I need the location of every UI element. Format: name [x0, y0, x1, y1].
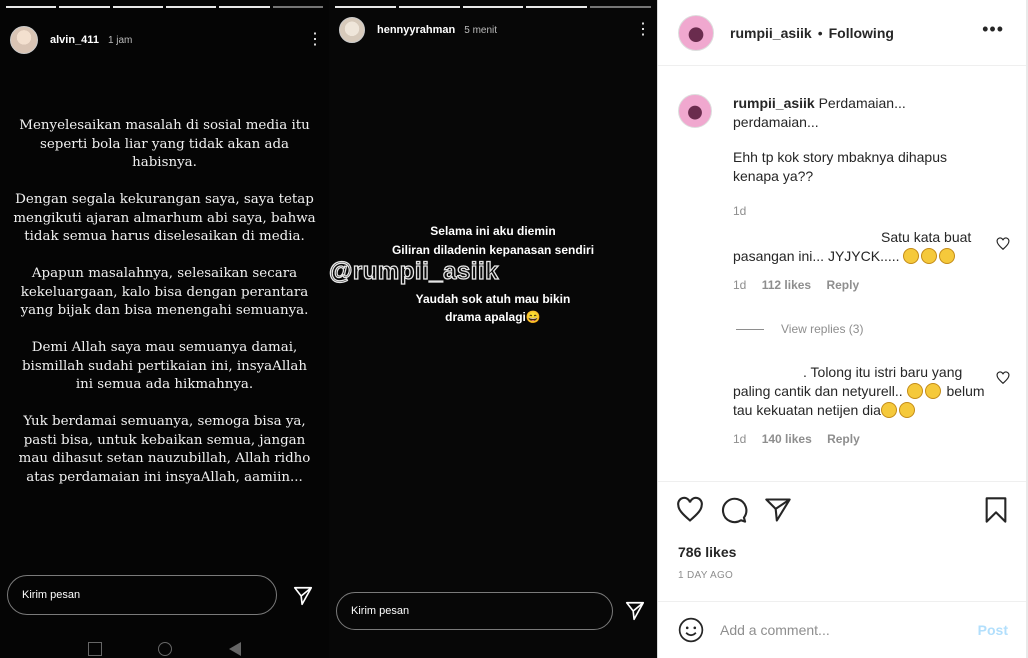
following-button[interactable]: Following [829, 25, 894, 41]
story-username[interactable]: alvin_411 [50, 34, 99, 46]
caption: rumpii_asiik Perdamaian... perdamaian...… [733, 94, 993, 221]
message-placeholder: Kirim pesan [351, 605, 410, 617]
smirk-emoji [921, 248, 938, 264]
comment-age: 1d [733, 432, 747, 446]
comment-age: 1d [733, 278, 747, 292]
comment-likes[interactable]: 140 likes [762, 432, 812, 446]
comment-meta: 1d 112 likes Reply [733, 276, 993, 295]
smirk-emoji [903, 248, 920, 264]
story-time: 1 jam [107, 34, 133, 46]
avatar[interactable] [678, 94, 712, 128]
comment-meta: 1d 140 likes Reply [733, 430, 993, 449]
laughing-emoji [880, 402, 897, 418]
likes-count[interactable]: 786 likes [678, 544, 736, 560]
heart-icon[interactable] [996, 237, 1010, 251]
list-item: . Tolong itu istri baru yang paling cant… [733, 363, 993, 449]
post-username[interactable]: rumpii_asiik [730, 25, 812, 41]
message-input[interactable]: Kirim pesan [336, 592, 613, 630]
view-replies-button[interactable]: View replies (3) [736, 320, 863, 339]
add-comment-bar: Add a comment... Post [658, 601, 1026, 658]
story-text-line: drama apalagi😄 [445, 310, 541, 324]
list-item: Satu kata buat pasangan ini... JYJYCK...… [733, 228, 993, 295]
story-progress-bar [335, 6, 651, 8]
comments-list: rumpii_asiik Perdamaian... perdamaian...… [658, 67, 1026, 480]
comment-text: . Tolong itu istri baru yang paling cant… [733, 364, 985, 418]
post-button[interactable]: Post [978, 622, 1008, 638]
smirk-emoji [939, 248, 956, 264]
post-actions: 786 likes 1 DAY AGO [658, 481, 1026, 601]
laughing-emoji [898, 402, 915, 418]
avatar[interactable] [10, 26, 38, 54]
message-placeholder: Kirim pesan [22, 589, 81, 601]
reply-button[interactable]: Reply [827, 432, 860, 446]
more-vertical-icon[interactable]: ⋮ [635, 22, 651, 38]
bookmark-icon[interactable] [982, 496, 1010, 524]
story-panel-2: hennyyrahman 5 menit ⋮ Selama ini aku di… [329, 0, 657, 658]
story-text: Menyelesaikan masalah di sosial media it… [12, 117, 317, 506]
comment-age: 1d [733, 204, 747, 218]
back-icon[interactable] [228, 642, 241, 656]
story-header: alvin_411 1 jam ⋮ [10, 26, 323, 54]
story-paragraph: Apapun masalahnya, selesaikan secara kek… [20, 266, 309, 318]
post-sidebar: rumpii_asiik • Following ••• rumpii_asii… [657, 0, 1028, 658]
post-header: rumpii_asiik • Following ••• [658, 0, 1026, 66]
message-input[interactable]: Kirim pesan [7, 575, 277, 615]
story-header: hennyyrahman 5 menit ⋮ [339, 17, 651, 43]
separator-dot: • [817, 24, 823, 41]
watermark: @rumpii_asiik [329, 257, 499, 285]
story-text-line: Giliran diladenin kepanasan sendiri [391, 243, 595, 257]
avatar[interactable] [339, 17, 365, 43]
laughing-emoji [906, 383, 923, 399]
story-paragraph: Dengan segala kekurangan saya, saya teta… [13, 192, 316, 244]
story-text-line: Yaudah sok atuh mau bikin [415, 292, 571, 306]
share-icon[interactable] [764, 496, 792, 524]
home-icon[interactable] [158, 642, 173, 656]
comment-icon[interactable] [720, 496, 748, 524]
comment-likes[interactable]: 112 likes [762, 278, 811, 292]
more-horizontal-icon[interactable]: ••• [982, 20, 1004, 38]
post-timestamp: 1 DAY AGO [678, 570, 734, 581]
reply-button[interactable]: Reply [826, 278, 859, 292]
story-panel-1: alvin_411 1 jam ⋮ Menyelesaikan masalah … [0, 0, 329, 658]
emoji-icon[interactable] [678, 617, 704, 643]
more-vertical-icon[interactable]: ⋮ [307, 32, 323, 48]
story-time: 5 menit [464, 24, 498, 36]
avatar[interactable] [678, 14, 714, 51]
like-heart-icon[interactable] [676, 496, 704, 524]
story-username[interactable]: hennyyrahman [377, 24, 455, 36]
heart-icon[interactable] [996, 371, 1010, 385]
story-paragraph: Menyelesaikan masalah di sosial media it… [19, 118, 310, 170]
story-progress-bar [6, 6, 323, 8]
caption-username[interactable]: rumpii_asiik [733, 95, 815, 111]
story-paragraph: Yuk berdamai semuanya, semoga bisa ya, p… [18, 414, 311, 485]
android-navbar [0, 642, 329, 656]
comment-meta: 1d [733, 202, 993, 221]
add-comment-input[interactable]: Add a comment... [720, 622, 830, 638]
story-paragraph: Demi Allah saya mau semuanya damai, bism… [21, 340, 308, 392]
story-text-line: Selama ini aku diemin [430, 224, 556, 238]
send-icon[interactable] [292, 585, 314, 607]
laughing-emoji [924, 383, 941, 399]
send-icon[interactable] [624, 600, 646, 622]
caption-text-body: Ehh tp kok story mbaknya dihapus kenapa … [733, 149, 948, 184]
recent-apps-icon[interactable] [88, 642, 103, 656]
comment-text: Satu kata buat pasangan ini... JYJYCK...… [733, 229, 972, 264]
